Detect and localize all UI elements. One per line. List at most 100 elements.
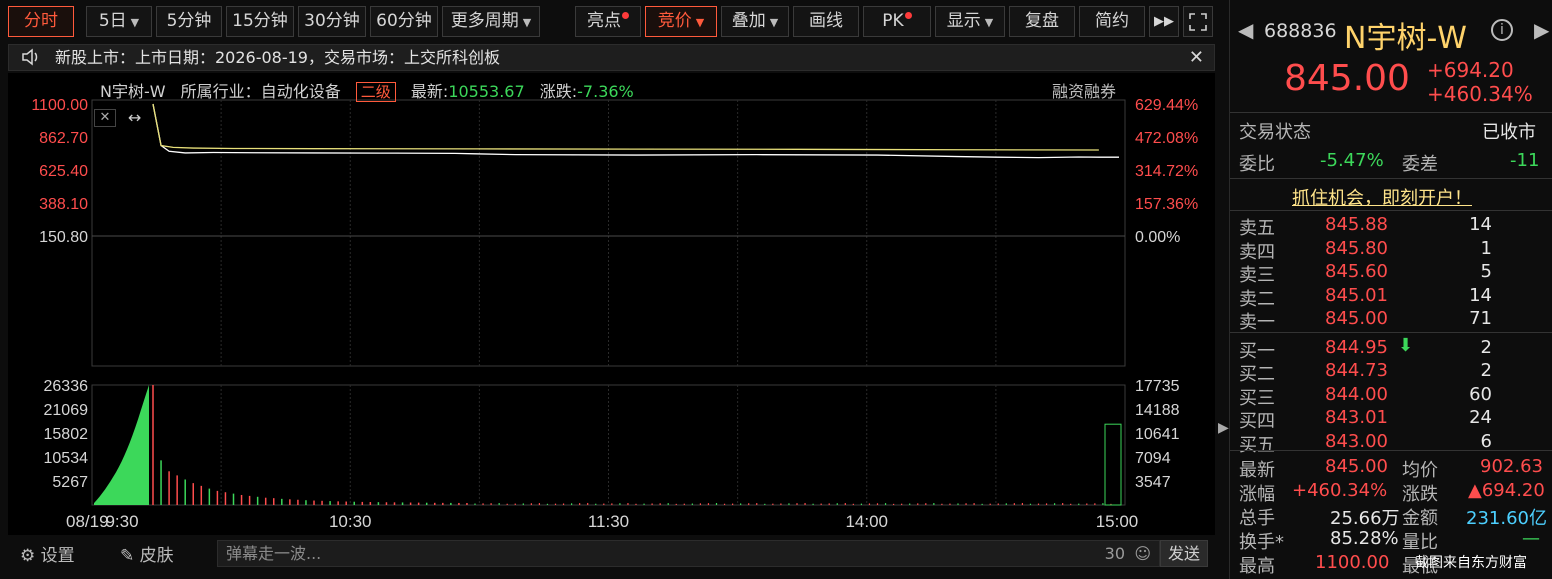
order-level-label: 卖五: [1239, 218, 1275, 239]
tab-5day[interactable]: 5日 ▼: [86, 6, 152, 37]
price-change-pct: +460.34%: [1427, 82, 1533, 106]
stock-name-title: N宇树-W: [1344, 21, 1467, 56]
order-level-volume: 2: [1480, 336, 1492, 358]
volume-tick-label: 26336: [44, 378, 89, 395]
margin-trading-label[interactable]: 融资融券: [1052, 78, 1116, 102]
tab-5min[interactable]: 5分钟: [156, 6, 222, 37]
stat-high-label: 最高: [1239, 556, 1275, 577]
danmu-input[interactable]: 弹幕走一波... 30 ☺: [217, 540, 1160, 567]
order-level-volume: 1: [1480, 237, 1492, 259]
stat-vr-label: 量比: [1402, 532, 1438, 553]
change-label: 涨跌:: [539, 82, 578, 101]
tab-30min[interactable]: 30分钟: [298, 6, 366, 37]
status-value: 已收市: [1482, 122, 1536, 143]
fullscreen-icon[interactable]: [1183, 6, 1213, 37]
close-icon[interactable]: ✕: [94, 109, 116, 127]
prev-stock-icon[interactable]: ◀: [1238, 18, 1253, 42]
order-level-label: 卖二: [1239, 288, 1275, 310]
tab-15min[interactable]: 15分钟: [226, 6, 294, 37]
order-level-label: 卖一: [1239, 312, 1275, 333]
price-tick-label: 388.10: [39, 196, 88, 213]
caret-down-icon: ▼: [769, 16, 779, 29]
highlight-button[interactable]: 亮点: [575, 6, 641, 37]
tab-more-periods[interactable]: 更多周期 ▼: [442, 6, 540, 37]
latest-label: 最新:: [410, 82, 449, 101]
date-label: 08/19: [66, 512, 109, 531]
weibi-value: -5.47%: [1320, 150, 1384, 171]
time-tick-label: 11:30: [588, 512, 629, 531]
stat-chg: ▲694.20: [1468, 480, 1545, 501]
order-level-price: 843.01: [1325, 407, 1388, 428]
pct-tick-label: 0.00%: [1135, 229, 1180, 246]
display-button[interactable]: 显示 ▼: [935, 6, 1005, 37]
danmu-count: 30: [1104, 544, 1125, 563]
industry[interactable]: 自动化设备: [261, 82, 341, 101]
closing-auction-volume: [1104, 423, 1122, 506]
red-dot-icon: [904, 12, 912, 19]
order-level-price: 845.60: [1325, 261, 1388, 282]
price-tick-label: 625.40: [39, 163, 88, 180]
stat-turnover-label: 换手*: [1239, 532, 1284, 553]
order-level-volume: 24: [1469, 407, 1492, 428]
simple-button[interactable]: 简约: [1079, 6, 1145, 37]
quote-panel: ◀ 688836 N宇树-W i ▶ 845.00 +694.20 +460.3…: [1229, 0, 1552, 579]
send-button[interactable]: 发送: [1160, 540, 1208, 567]
stat-avg-label: 均价: [1402, 460, 1438, 481]
stat-chg-pct: +460.34%: [1292, 480, 1388, 501]
volume-tick-label-right: 7094: [1135, 450, 1171, 467]
collapse-arrow-icon[interactable]: ▶: [1218, 420, 1229, 448]
stat-amount: 231.60亿: [1466, 508, 1547, 529]
intraday-chart-svg: 1100.00 629.44% 862.70 472.08% 625.40 314.72%…: [31, 97, 1198, 531]
watermark: 截图来自东方财富: [1415, 555, 1527, 571]
caret-down-icon: ▼: [695, 16, 705, 29]
order-level-price: 845.00: [1325, 308, 1388, 329]
notice-text: 新股上市：上市日期：2026-08-19，交易市场：上交所科创板: [55, 48, 500, 67]
order-level-volume: 60: [1469, 383, 1492, 405]
order-level-label: 卖三: [1239, 265, 1275, 286]
draw-line-button[interactable]: 画线: [793, 6, 859, 37]
red-dot-icon: [622, 12, 629, 19]
status-label: 交易状态: [1239, 122, 1311, 143]
fast-forward-icon[interactable]: ▶▶: [1149, 6, 1179, 37]
order-level-label: 卖四: [1239, 241, 1275, 263]
new-listing-notice: 新股上市：上市日期：2026-08-19，交易市场：上交所科创板 ✕: [8, 44, 1215, 71]
next-stock-icon[interactable]: ▶: [1534, 18, 1549, 42]
expand-horizontal-icon[interactable]: ↔: [128, 108, 141, 127]
caret-down-icon: ▼: [130, 16, 140, 29]
auction-volume-area: [94, 385, 149, 505]
settings-button[interactable]: ⚙ 设置: [20, 541, 75, 566]
close-icon[interactable]: ✕: [1189, 45, 1204, 70]
order-level-label: 买三: [1239, 387, 1275, 409]
price-tick-label: 1100.00: [31, 97, 88, 114]
open-account-link[interactable]: 抓住机会，即刻开户！: [1292, 184, 1472, 210]
auction-button[interactable]: 竞价 ▼: [645, 6, 717, 37]
speaker-icon: [21, 45, 41, 76]
pct-tick-label: 157.36%: [1135, 196, 1198, 213]
settings-label: 设置: [40, 546, 75, 566]
stat-vr: —: [1522, 528, 1540, 549]
volume-tick-label: 10534: [44, 450, 89, 467]
tab-intraday[interactable]: 分时: [8, 6, 74, 37]
pk-button[interactable]: PK: [863, 6, 931, 37]
order-level-price: 845.88: [1325, 214, 1388, 235]
change-index-value: -7.36%: [577, 82, 634, 101]
volume-tick-label: 21069: [44, 402, 89, 419]
skin-label: 皮肤: [139, 546, 174, 566]
info-icon[interactable]: i: [1491, 19, 1513, 41]
level-tag[interactable]: 二级: [355, 82, 396, 102]
price-change: +694.20: [1427, 58, 1514, 82]
skin-button[interactable]: ✎ 皮肤: [120, 541, 174, 566]
order-level-volume: 14: [1469, 214, 1492, 235]
order-level-price: 845.80: [1325, 237, 1388, 259]
tab-60min[interactable]: 60分钟: [370, 6, 438, 37]
replay-button[interactable]: 复盘: [1009, 6, 1075, 37]
order-level-volume: 2: [1480, 360, 1492, 381]
order-level-label: 买四: [1239, 411, 1275, 432]
stat-chg-label: 涨跌: [1402, 484, 1438, 505]
emoji-icon[interactable]: ☺: [1134, 541, 1151, 566]
weicha-value: -11: [1510, 150, 1540, 171]
volume-tick-label-right: 14188: [1135, 402, 1180, 419]
overlay-button[interactable]: 叠加 ▼: [721, 6, 789, 37]
chart-info-line: N宇树-W 所属行业：自动化设备 二级 最新:10553.67 涨跌:-7.36…: [100, 78, 644, 102]
intraday-chart: 1100.00 629.44% 862.70 472.08% 625.40 314.72%…: [8, 73, 1215, 535]
